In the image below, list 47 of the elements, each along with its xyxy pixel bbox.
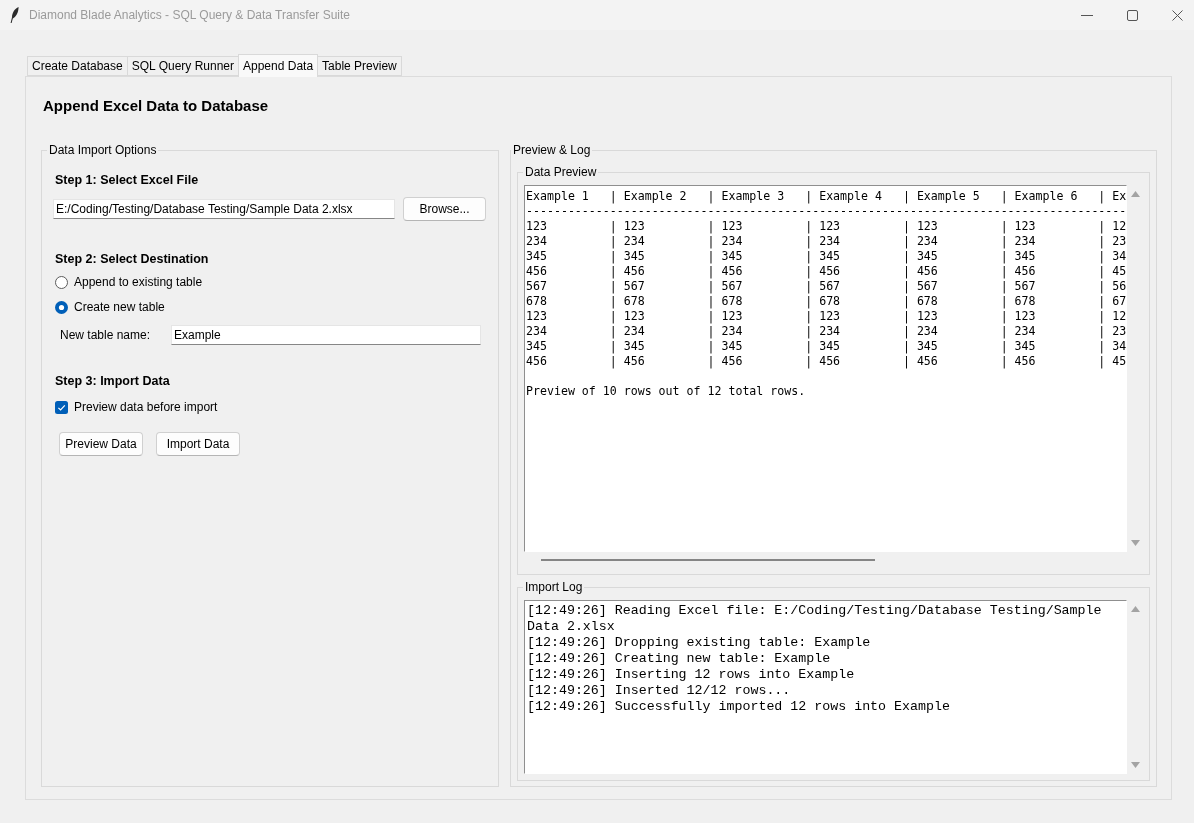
frame-title: Import Log (524, 580, 584, 594)
radio-option[interactable]: Append to existing table (55, 274, 203, 290)
preview-text-line: 456 | 456 | 456 | 456 | 456 | 456 | 45 (526, 354, 1126, 369)
preview-text-line: 123 | 123 | 123 | 123 | 123 | 123 | 12 (526, 309, 1126, 324)
log-line: [12:49:26] Inserted 12/12 rows... (527, 683, 792, 699)
file-path-field[interactable]: E:/Coding/Testing/Database Testing/Sample Data 2.xlsx (53, 199, 395, 219)
frame-title: Preview & Log (512, 143, 592, 157)
field-label: New table name: (60, 328, 152, 342)
log-line: [12:49:26] Reading Excel file: E:/Coding/Testing/Database Testing/Sample Data 2.xlsx (527, 603, 1103, 635)
table-name-field[interactable]: Example (171, 325, 481, 345)
browse-button[interactable]: Browse... (403, 197, 486, 221)
preview-text-line: -------------------------------------------------------------------------------------- (526, 204, 1126, 219)
frame-title: Data Import Options (48, 143, 158, 157)
preview-text-line: 345 | 345 | 345 | 345 | 345 | 345 | 34 (526, 249, 1126, 264)
horizontal-scrollbar-thumb[interactable] (541, 559, 875, 561)
page-heading: Append Excel Data to Database (43, 96, 269, 115)
preview-text-line: 123 | 123 | 123 | 123 | 123 | 123 | 12 (526, 219, 1126, 234)
radio-option[interactable]: Create new table (55, 299, 165, 315)
feather-icon (10, 7, 19, 23)
preview-text-line: 567 | 567 | 567 | 567 | 567 | 567 | 56 (526, 279, 1126, 294)
preview-text-line: Example 1 | Example 2 | Example 3 | Example 4 | Example 5 | Example 6 | Ex (526, 189, 1126, 204)
close-icon[interactable] (1172, 9, 1183, 21)
log-line: [12:49:26] Dropping existing table: Example (527, 635, 872, 651)
tab[interactable]: Append Data (238, 54, 319, 77)
preview-checkbox[interactable]: Preview data before import (55, 399, 218, 415)
step-heading: Step 3: Import Data (55, 373, 170, 389)
frame-title: Data Preview (524, 165, 598, 179)
window-title: Diamond Blade Analytics - SQL Query & Data Transfer Suite (29, 8, 351, 22)
step-heading: Step 2: Select Destination (55, 251, 209, 267)
tab[interactable]: Table Preview (317, 56, 402, 76)
tab[interactable]: Create Database (27, 56, 128, 76)
preview-summary: Preview of 10 rows out of 12 total rows. (526, 384, 806, 399)
action-button[interactable]: Import Data (156, 432, 240, 456)
preview-text-line: 456 | 456 | 456 | 456 | 456 | 456 | 45 (526, 264, 1126, 279)
log-line: [12:49:26] Inserting 12 rows into Example (527, 667, 856, 683)
step-heading: Step 1: Select Excel File (55, 172, 199, 188)
preview-text-line: 345 | 345 | 345 | 345 | 345 | 345 | 34 (526, 339, 1126, 354)
action-button[interactable]: Preview Data (59, 432, 143, 456)
maximize-icon[interactable] (1127, 9, 1138, 21)
preview-text-line: 678 | 678 | 678 | 678 | 678 | 678 | 67 (526, 294, 1126, 309)
preview-text-line: 234 | 234 | 234 | 234 | 234 | 234 | 23 (526, 324, 1126, 339)
import-log-text-area[interactable] (524, 600, 1127, 774)
log-line: [12:49:26] Successfully imported 12 rows into Example (527, 699, 951, 715)
minimize-icon[interactable] (1081, 14, 1093, 16)
preview-text-line: 234 | 234 | 234 | 234 | 234 | 234 | 23 (526, 234, 1126, 249)
tab[interactable]: SQL Query Runner (126, 56, 239, 76)
log-line: [12:49:26] Creating new table: Example (527, 651, 832, 667)
